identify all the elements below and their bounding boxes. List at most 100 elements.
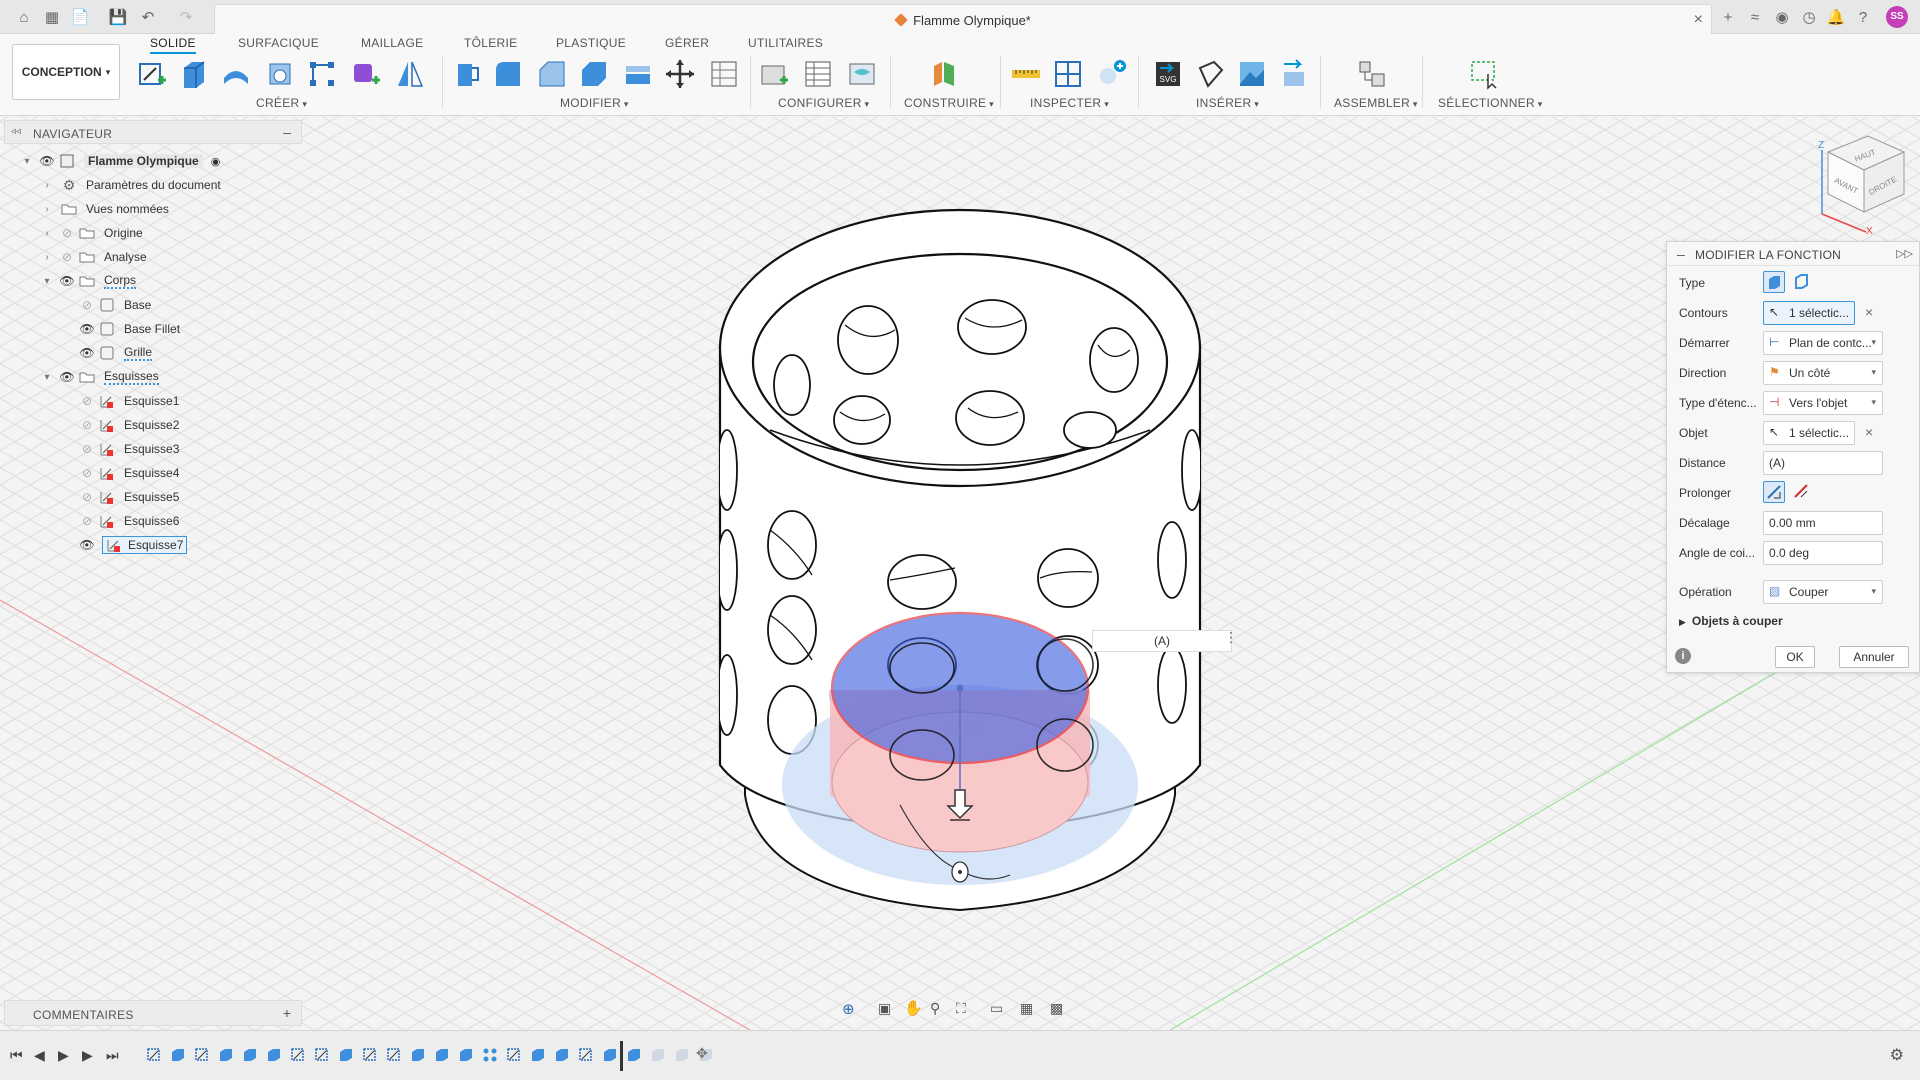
timeline-marker[interactable] — [620, 1041, 623, 1071]
timeline-sketch-feature-icon[interactable] — [362, 1047, 378, 1063]
timeline-extrude-feature-icon[interactable] — [434, 1047, 450, 1063]
nav-item-base[interactable]: ⊘ Base — [60, 294, 151, 316]
chevron-down-icon[interactable]: ▾ — [40, 372, 54, 383]
distance-overlay-menu-icon[interactable]: ⋮ — [1224, 629, 1238, 646]
chamfer-icon[interactable] — [536, 58, 568, 90]
insert-mesh-icon[interactable] — [1194, 58, 1226, 90]
shell-icon[interactable] — [578, 58, 610, 90]
minimize-icon[interactable]: – — [283, 124, 291, 140]
timeline-end-icon[interactable]: ⏭ — [106, 1047, 119, 1064]
physical-material-icon[interactable] — [708, 58, 740, 90]
clear-objet-icon[interactable]: × — [1865, 424, 1873, 440]
eye-hidden-icon[interactable]: ⊘ — [78, 442, 96, 456]
timeline-extrude-feature-icon[interactable] — [218, 1047, 234, 1063]
notifications-icon[interactable]: 🔔 — [1826, 7, 1846, 27]
timeline-sketch-feature-icon[interactable] — [290, 1047, 306, 1063]
nav-root[interactable]: ▾ 👁 Flamme Olympique ◉ — [20, 150, 220, 172]
timeline-extrude-feature-icon[interactable] — [626, 1047, 642, 1063]
eye-hidden-icon[interactable]: ⊘ — [78, 514, 96, 528]
fillet-icon[interactable] — [492, 58, 524, 90]
nav-item-esquisses[interactable]: ▾ 👁 Esquisses — [40, 366, 159, 388]
timeline-start-icon[interactable]: ⏮ — [10, 1047, 23, 1064]
nav-item-esquisse2[interactable]: ⊘ Esquisse2 — [60, 414, 179, 436]
ok-button[interactable]: OK — [1775, 646, 1815, 668]
nav-item-origine[interactable]: › ⊘ Origine — [40, 222, 142, 244]
clear-contours-icon[interactable]: × — [1865, 304, 1873, 320]
undo-icon[interactable]: ↶ — [138, 7, 158, 27]
move-copy-icon[interactable] — [664, 58, 696, 90]
nav-item-parametres[interactable]: › ⚙ Paramètres du document — [40, 174, 220, 196]
timeline-extrude-feature-icon[interactable] — [266, 1047, 282, 1063]
apps-grid-icon[interactable]: ▦ — [42, 7, 62, 27]
chevron-down-icon[interactable]: ▾ — [20, 156, 34, 167]
chevron-right-icon[interactable]: › — [40, 228, 54, 239]
prolonger-option-1-button[interactable] — [1763, 481, 1785, 503]
comments-panel[interactable]: COMMENTAIRES + — [4, 1000, 302, 1026]
group-selectionner[interactable]: SÉLECTIONNER — [1438, 96, 1543, 110]
configuration-grid-icon[interactable] — [802, 58, 834, 90]
operation-select[interactable]: ▧ Couper — [1763, 580, 1883, 604]
eye-hidden-icon[interactable]: ⊘ — [58, 250, 76, 264]
avatar[interactable]: SS — [1886, 6, 1908, 28]
distance-input[interactable]: (A) — [1763, 451, 1883, 475]
decalage-input[interactable]: 0.00 mm — [1763, 511, 1883, 535]
insert-svg-icon[interactable]: SVG — [1152, 58, 1184, 90]
data-panel-icon[interactable]: ≈ — [1745, 7, 1765, 27]
create-form-icon[interactable] — [350, 58, 382, 90]
revolve-icon[interactable] — [220, 58, 252, 90]
tab-tolerie[interactable]: TÔLERIE — [464, 36, 517, 54]
nav-item-esquisse3[interactable]: ⊘ Esquisse3 — [60, 438, 179, 460]
group-construire[interactable]: CONSTRUIRE — [904, 96, 994, 110]
timeline-move-icon[interactable]: ✥ — [696, 1045, 708, 1062]
timeline-sketch-feature-icon[interactable] — [194, 1047, 210, 1063]
timeline-pattern-feature-icon[interactable] — [482, 1047, 498, 1063]
zoom-icon[interactable]: ⚲ — [930, 1000, 940, 1017]
measure-icon[interactable] — [1010, 58, 1042, 90]
configuration-rules-icon[interactable] — [846, 58, 878, 90]
activate-radio-icon[interactable]: ◉ — [211, 155, 221, 168]
loft-icon[interactable] — [306, 58, 338, 90]
timeline-ghost-feature-icon[interactable] — [650, 1047, 666, 1063]
group-creer[interactable]: CRÉER — [256, 96, 307, 110]
document-tab[interactable]: Flamme Olympique* × — [214, 4, 1712, 34]
eye-icon[interactable]: 👁 — [78, 322, 96, 336]
timeline-sketch-feature-icon[interactable] — [506, 1047, 522, 1063]
combine-icon[interactable] — [622, 58, 654, 90]
display-settings-icon[interactable]: ▭ — [990, 1000, 1003, 1017]
look-at-icon[interactable]: ▣ — [878, 1000, 891, 1017]
demarrer-select[interactable]: ⊢ Plan de contc... — [1763, 331, 1883, 355]
angle-input[interactable]: 0.0 deg — [1763, 541, 1883, 565]
navigator-header[interactable]: ◃◃ NAVIGATEUR – — [4, 120, 302, 144]
nav-item-analyse[interactable]: › ⊘ Analyse — [40, 246, 146, 268]
redo-icon[interactable]: ↷ — [176, 7, 196, 27]
timeline-sketch-feature-icon[interactable] — [314, 1047, 330, 1063]
workspace-switcher[interactable]: CONCEPTION ▾ — [12, 44, 120, 100]
timeline-extrude-feature-icon[interactable] — [554, 1047, 570, 1063]
history-icon[interactable]: ◷ — [1799, 7, 1819, 27]
timeline-sketch-feature-icon[interactable] — [578, 1047, 594, 1063]
extensions-icon[interactable]: ◉ — [1772, 7, 1792, 27]
close-tab-icon[interactable]: × — [1694, 11, 1703, 29]
group-configurer[interactable]: CONFIGURER — [778, 96, 869, 110]
nav-item-esquisse1[interactable]: ⊘ Esquisse1 — [60, 390, 179, 412]
configure-table-icon[interactable] — [758, 58, 790, 90]
eye-hidden-icon[interactable]: ⊘ — [78, 394, 96, 408]
objet-selection[interactable]: ↖ 1 sélectic... — [1763, 421, 1855, 445]
group-modifier[interactable]: MODIFIER — [560, 96, 629, 110]
expand-panel-icon[interactable]: ▷▷ — [1896, 247, 1913, 260]
eye-hidden-icon[interactable]: ⊘ — [78, 418, 96, 432]
eye-hidden-icon[interactable]: ⊘ — [78, 466, 96, 480]
timeline-settings-gear-icon[interactable]: ⚙ — [1890, 1045, 1904, 1065]
orbit-icon[interactable]: ⊕ — [842, 1000, 855, 1018]
contours-selection[interactable]: ↖ 1 sélectic... — [1763, 301, 1855, 325]
nav-item-esquisse6[interactable]: ⊘ Esquisse6 — [60, 510, 179, 532]
nav-item-corps[interactable]: ▾ 👁 Corps — [40, 270, 137, 292]
chevron-right-icon[interactable]: › — [40, 204, 54, 215]
objets-couper-toggle[interactable]: ▶ Objets à couper — [1679, 614, 1783, 628]
timeline-next-icon[interactable]: ▶ — [82, 1047, 93, 1064]
add-comment-icon[interactable]: + — [283, 1005, 291, 1021]
type-solid-button[interactable] — [1763, 271, 1785, 293]
eye-icon[interactable]: 👁 — [38, 154, 56, 168]
group-inserer[interactable]: INSÉRER — [1196, 96, 1259, 110]
chevron-right-icon[interactable]: › — [40, 252, 54, 263]
